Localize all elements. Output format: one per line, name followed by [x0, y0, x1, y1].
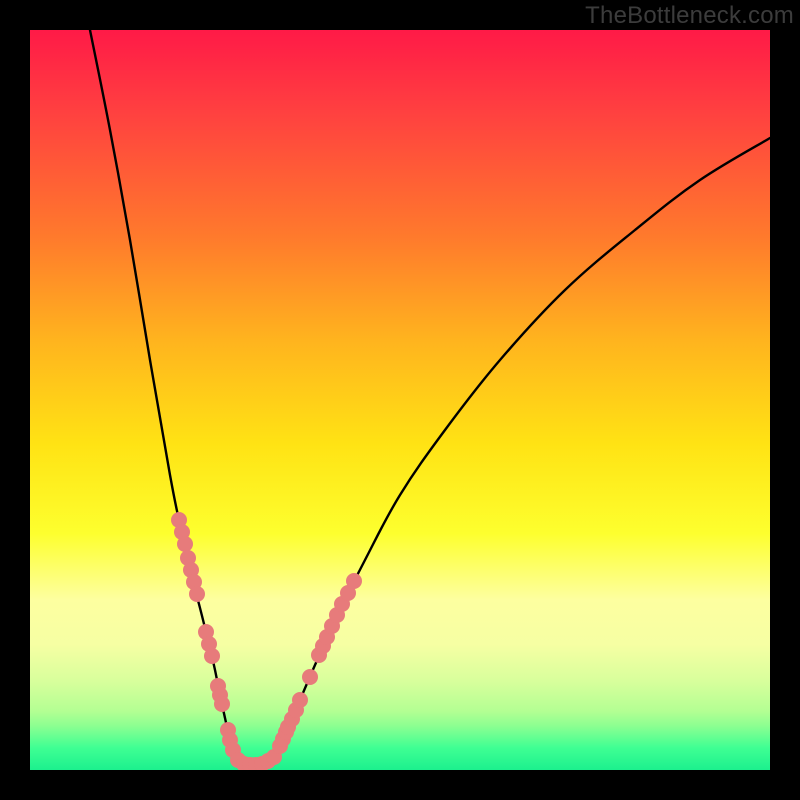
data-marker	[346, 573, 362, 589]
chart-frame: TheBottleneck.com	[0, 0, 800, 800]
curve-layer	[90, 30, 770, 764]
plot-area	[30, 30, 770, 770]
data-marker	[292, 692, 308, 708]
data-marker	[204, 648, 220, 664]
data-marker	[189, 586, 205, 602]
bottleneck-curve	[90, 30, 770, 764]
watermark-text: TheBottleneck.com	[585, 2, 794, 30]
data-marker	[302, 669, 318, 685]
chart-svg	[30, 30, 770, 770]
marker-layer	[171, 512, 362, 770]
data-marker	[214, 696, 230, 712]
data-marker	[177, 536, 193, 552]
